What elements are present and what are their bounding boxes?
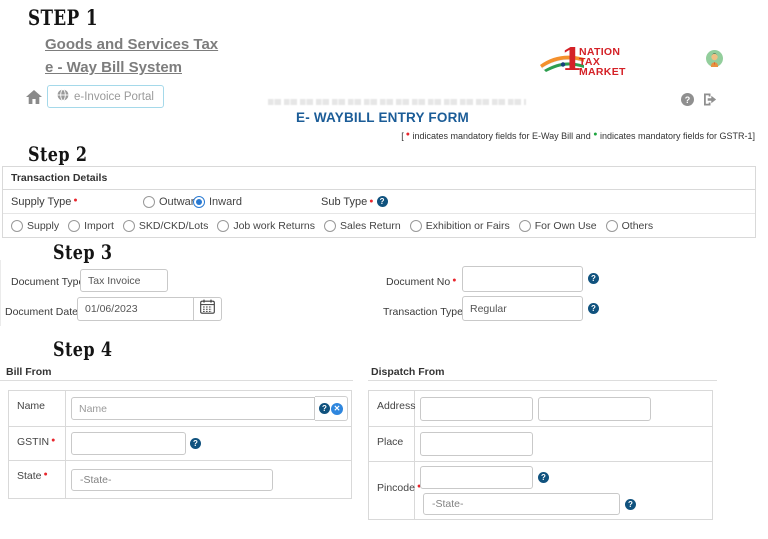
bill-from-table: Name ?✕ GSTIN● ? State● -State- — [8, 390, 352, 499]
name-icons-box: ?✕ — [315, 396, 348, 421]
pincode-help-icon[interactable]: ? — [538, 472, 549, 483]
dispatch-place-row: Place — [369, 427, 712, 462]
document-date-group — [77, 297, 222, 321]
dispatch-state-help-icon[interactable]: ? — [625, 499, 636, 510]
annotation-step-2: Step 2 — [28, 142, 87, 166]
logo-text: NATION TAX MARKET — [579, 47, 626, 77]
subtype-option-job-work-returns[interactable]: Job work Returns — [217, 220, 315, 232]
annotation-step-4: Step 4 — [53, 337, 112, 361]
gstin-help-icon[interactable]: ? — [190, 438, 201, 449]
name-label: Name — [9, 391, 66, 426]
subtype-option-import[interactable]: Import — [68, 220, 114, 232]
dispatch-place-input[interactable] — [420, 432, 533, 456]
sub-type-options-row: Supply Import SKD/CKD/Lots Job work Retu… — [3, 213, 755, 237]
nation-tax-market-logo: 1 NATION TAX MARKET — [538, 42, 626, 81]
dispatch-from-divider — [368, 380, 717, 381]
dispatch-pincode-input[interactable] — [420, 466, 533, 489]
document-type-label: Document Type● — [11, 276, 91, 288]
annotation-step-1: STEP 1 — [28, 5, 98, 30]
globe-icon — [57, 89, 69, 104]
radio-inward[interactable]: Inward — [193, 196, 242, 208]
gstin-label: GSTIN● — [9, 427, 66, 460]
document-no-help-icon[interactable]: ? — [588, 273, 599, 284]
transaction-type-label: Transaction Type● — [383, 306, 469, 318]
subtype-option-supply[interactable]: Supply — [11, 220, 59, 232]
help-icon[interactable]: ? — [681, 93, 694, 106]
dispatch-address1-input[interactable] — [420, 397, 533, 421]
page-title: E- WAYBILL ENTRY FORM — [296, 110, 469, 125]
dispatch-from-table: Address Place Pincode● ? -State- ? — [368, 390, 713, 520]
document-type-input[interactable] — [80, 269, 168, 292]
document-date-input[interactable] — [77, 297, 194, 321]
transaction-type-input[interactable] — [462, 296, 583, 321]
link-goods-services-tax[interactable]: Goods and Services Tax — [45, 33, 218, 56]
bill-from-header: Bill From — [6, 366, 52, 378]
link-eway-bill-system[interactable]: e - Way Bill System — [45, 56, 218, 79]
subtype-option-for-own-use[interactable]: For Own Use — [519, 220, 597, 232]
subtype-option-sales-return[interactable]: Sales Return — [324, 220, 401, 232]
calendar-icon — [200, 299, 215, 319]
inward-radio-circle[interactable] — [193, 196, 205, 208]
subtype-option-others[interactable]: Others — [606, 220, 654, 232]
dispatch-state-select[interactable]: -State- — [423, 493, 620, 515]
calendar-button[interactable] — [194, 297, 222, 321]
document-no-label: Document No● — [386, 276, 456, 288]
bill-from-divider — [0, 380, 353, 381]
supply-type-label: Supply Type● — [11, 196, 78, 208]
home-icon[interactable] — [26, 90, 42, 109]
redacted-user-info — [268, 99, 526, 105]
bill-from-state-row: State● -State- — [9, 461, 351, 498]
radio-outward[interactable]: Outward — [143, 196, 201, 208]
logout-icon[interactable] — [702, 92, 718, 112]
name-clear-icon[interactable]: ✕ — [331, 403, 343, 415]
subtype-option-skd-ckd-lots[interactable]: SKD/CKD/Lots — [123, 220, 208, 232]
brand-links: Goods and Services Tax e - Way Bill Syst… — [45, 33, 218, 79]
subtype-help-icon[interactable]: ? — [377, 196, 388, 207]
sub-type-label-group: Sub Type● ? — [321, 196, 388, 208]
state-label: State● — [9, 461, 66, 498]
address-label: Address — [369, 391, 415, 426]
bill-from-gstin-input[interactable] — [71, 432, 186, 455]
outward-radio-circle[interactable] — [143, 196, 155, 208]
einvoice-portal-button[interactable]: e-Invoice Portal — [47, 85, 164, 108]
document-details-section: Document Type● Document No● ? Document D… — [0, 260, 758, 326]
transaction-details-section: Transaction Details Supply Type● Outward… — [2, 166, 756, 238]
dispatch-pincode-row: Pincode● ? -State- ? — [369, 462, 712, 519]
pincode-label: Pincode● — [369, 462, 415, 519]
bill-from-name-row: Name ?✕ — [9, 391, 351, 427]
name-help-icon[interactable]: ? — [319, 403, 330, 414]
bill-from-state-select[interactable]: -State- — [71, 469, 273, 491]
dispatch-address2-input[interactable] — [538, 397, 651, 421]
document-no-input[interactable] — [462, 266, 583, 292]
bill-from-gstin-row: GSTIN● ? — [9, 427, 351, 461]
einvoice-portal-label: e-Invoice Portal — [74, 91, 154, 103]
user-avatar[interactable] — [706, 50, 723, 72]
subtype-option-exhibition-or-fairs[interactable]: Exhibition or Fairs — [410, 220, 510, 232]
transaction-details-header: Transaction Details — [3, 167, 755, 190]
inward-label: Inward — [209, 196, 242, 208]
bill-from-name-input[interactable] — [71, 397, 315, 420]
transaction-type-help-icon[interactable]: ? — [588, 303, 599, 314]
dispatch-from-header: Dispatch From — [371, 366, 445, 378]
document-date-label: Document Date● — [5, 306, 84, 318]
mandatory-fields-note: [● indicates mandatory fields for E-Way … — [401, 131, 755, 141]
place-label: Place — [369, 427, 415, 461]
dispatch-address-row: Address — [369, 391, 712, 427]
